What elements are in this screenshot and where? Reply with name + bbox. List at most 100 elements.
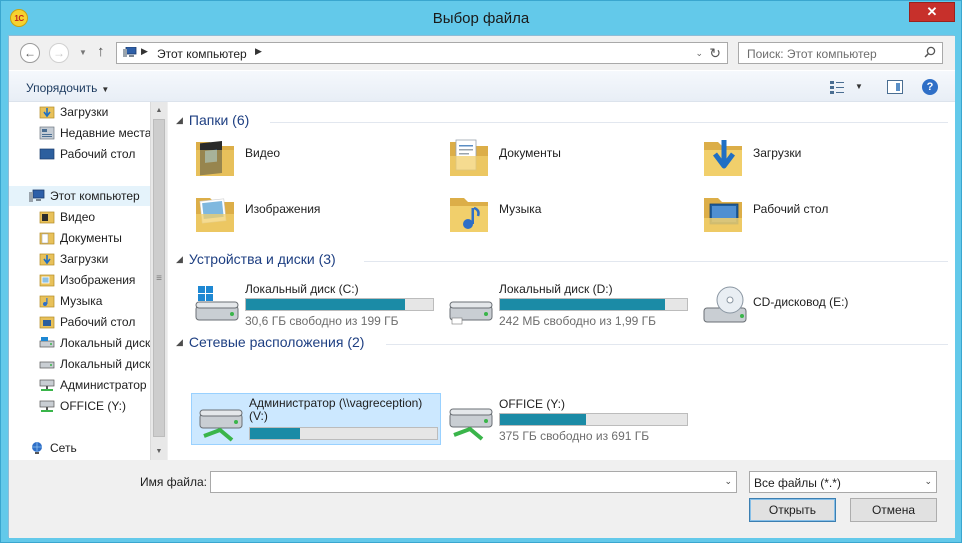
close-button[interactable]: ✕ [909, 2, 955, 22]
group-header-network[interactable]: ◢ Сетевые расположения (2) [176, 334, 364, 350]
nav-item-office[interactable]: OFFICE (Y:) [39, 396, 126, 416]
nav-item-label: Рабочий стол [60, 147, 136, 161]
video-folder-icon [196, 141, 234, 176]
view-options-chevron-icon[interactable]: ▼ [855, 82, 863, 91]
windows-drive-icon [195, 286, 239, 321]
breadcrumb-this-pc[interactable]: Этот компьютер [157, 47, 247, 61]
computer-icon [123, 47, 137, 57]
drive-tile-d[interactable]: Локальный диск (D:) 242 МБ свободно из 1… [442, 278, 692, 330]
open-button[interactable]: Открыть [749, 498, 836, 522]
title-bar[interactable]: 1С Выбор файла ✕ [1, 1, 961, 35]
drive-usage-fill [246, 299, 405, 310]
nav-item-downloads[interactable]: Загрузки [39, 102, 108, 122]
forward-button[interactable]: → [49, 43, 69, 63]
address-bar[interactable]: ▶ Этот компьютер ▶ ⌄ ↻ [116, 42, 728, 64]
dialog-client-area: ← → ▼ ↑ ▶ Этот компьютер ▶ ⌄ ↻ Поиск: Эт… [8, 35, 955, 538]
navigation-bar: ← → ▼ ↑ ▶ Этот компьютер ▶ ⌄ ↻ Поиск: Эт… [9, 36, 955, 70]
file-list-view[interactable]: ◢ Папки (6) Видео Документы Загрузки Изо… [168, 102, 955, 460]
group-title: Устройства и диски (3) [188, 251, 336, 267]
breadcrumb-separator-icon[interactable]: ▶ [255, 46, 262, 57]
nav-item-network[interactable]: Сеть [29, 438, 77, 458]
local-disk-icon [39, 337, 55, 348]
downloads-folder-icon [39, 106, 55, 119]
organize-menu-button[interactable]: Упорядочить ▼ [26, 81, 109, 95]
scroll-up-arrow-icon[interactable]: ▲ [151, 102, 167, 119]
network-icon [32, 442, 42, 454]
search-placeholder: Поиск: Этот компьютер [747, 47, 877, 61]
navigation-pane[interactable]: Загрузки Недавние места Рабочий стол Это… [9, 102, 167, 460]
drive-usage-bar [245, 298, 434, 311]
help-icon[interactable]: ? [922, 79, 938, 95]
collapse-triangle-icon[interactable]: ◢ [176, 337, 183, 348]
nav-item-label: Рабочий стол [60, 315, 136, 329]
up-button[interactable]: ↑ [97, 43, 105, 60]
nav-item-label: Сеть [50, 441, 77, 455]
drive-free-space: 375 ГБ свободно из 691 ГБ [499, 429, 650, 443]
chevron-down-icon[interactable]: ⌄ [924, 476, 932, 487]
nav-item-network-admin[interactable]: Администратор [39, 375, 147, 395]
drive-usage-bar [499, 413, 688, 426]
nav-item-music[interactable]: Музыка [39, 291, 102, 311]
nav-item-video[interactable]: Видео [39, 207, 95, 227]
address-history-chevron-icon[interactable]: ⌄ [695, 48, 703, 59]
nav-item-label: Этот компьютер [50, 189, 140, 203]
nav-item-downloads-2[interactable]: Загрузки [39, 249, 108, 269]
breadcrumb-separator-icon[interactable]: ▶ [141, 46, 148, 57]
chevron-down-icon[interactable]: ⌄ [724, 476, 732, 487]
change-view-icon[interactable] [829, 80, 845, 94]
network-drive-icon [449, 408, 493, 441]
cancel-button[interactable]: Отмена [850, 498, 937, 522]
recent-locations-chevron-icon[interactable]: ▼ [79, 48, 87, 57]
navigation-pane-scrollbar[interactable]: ▲ ≡ ▼ [150, 102, 167, 460]
downloads-folder-icon [704, 140, 742, 176]
collapse-triangle-icon[interactable]: ◢ [176, 254, 183, 265]
music-folder-icon [450, 198, 488, 232]
network-drive-tile-office[interactable]: OFFICE (Y:) 375 ГБ свободно из 691 ГБ [442, 393, 692, 445]
nav-item-label: OFFICE (Y:) [60, 399, 126, 413]
drive-tile-c[interactable]: Локальный диск (C:) 30,6 ГБ свободно из … [188, 278, 438, 330]
nav-item-label: Документы [60, 231, 122, 245]
back-button[interactable]: ← [20, 43, 40, 63]
organize-label: Упорядочить [26, 81, 98, 95]
nav-item-desktop-folder[interactable]: Рабочий стол [39, 312, 135, 332]
pictures-folder-icon [39, 274, 55, 287]
file-name-input[interactable]: ⌄ [210, 471, 737, 493]
drive-name: CD-дисковод (E:) [753, 295, 849, 309]
nav-item-local-disk-d[interactable]: Локальный диск [39, 354, 150, 374]
drive-usage-fill [250, 428, 301, 439]
file-type-select[interactable]: Все файлы (*.*) ⌄ [749, 471, 937, 493]
group-header-folders[interactable]: ◢ Папки (6) [176, 112, 249, 128]
local-disk-icon [39, 361, 55, 369]
network-drive-tile-admin[interactable]: Администратор (\\vagreception) (V:) [191, 393, 441, 445]
network-drive-name: OFFICE (Y:) [499, 397, 565, 411]
nav-item-documents[interactable]: Документы [39, 228, 122, 248]
group-header-devices[interactable]: ◢ Устройства и диски (3) [176, 251, 336, 267]
nav-item-desktop[interactable]: Рабочий стол [39, 144, 135, 164]
search-icon[interactable] [924, 46, 936, 58]
collapse-triangle-icon[interactable]: ◢ [176, 115, 183, 126]
music-folder-icon [39, 295, 55, 308]
folder-tile-documents[interactable]: Документы [442, 130, 692, 182]
desktop-folder-icon [39, 316, 55, 329]
folder-tile-music[interactable]: Музыка [442, 186, 692, 238]
search-input[interactable]: Поиск: Этот компьютер [738, 42, 943, 64]
nav-item-this-pc[interactable]: Этот компьютер [9, 186, 150, 206]
folder-name: Документы [499, 146, 561, 160]
file-name-label: Имя файла: [140, 475, 207, 489]
nav-item-recent-places[interactable]: Недавние места [39, 123, 151, 143]
drive-tile-e[interactable]: CD-дисковод (E:) [696, 278, 946, 330]
network-drive-icon [39, 400, 55, 412]
drive-name: Локальный диск (C:) [245, 282, 359, 296]
folder-tile-downloads[interactable]: Загрузки [696, 130, 946, 182]
nav-item-local-disk-c[interactable]: Локальный диск [39, 333, 150, 353]
preview-pane-icon[interactable] [887, 80, 903, 94]
local-disk-icon [449, 301, 493, 325]
desktop-folder-icon [704, 198, 742, 232]
folder-tile-desktop[interactable]: Рабочий стол [696, 186, 946, 238]
scrollbar-thumb[interactable]: ≡ [153, 119, 165, 437]
folder-tile-video[interactable]: Видео [188, 130, 438, 182]
nav-item-pictures[interactable]: Изображения [39, 270, 135, 290]
refresh-icon[interactable]: ↻ [709, 45, 721, 62]
scroll-down-arrow-icon[interactable]: ▼ [151, 443, 167, 460]
folder-tile-pictures[interactable]: Изображения [188, 186, 438, 238]
